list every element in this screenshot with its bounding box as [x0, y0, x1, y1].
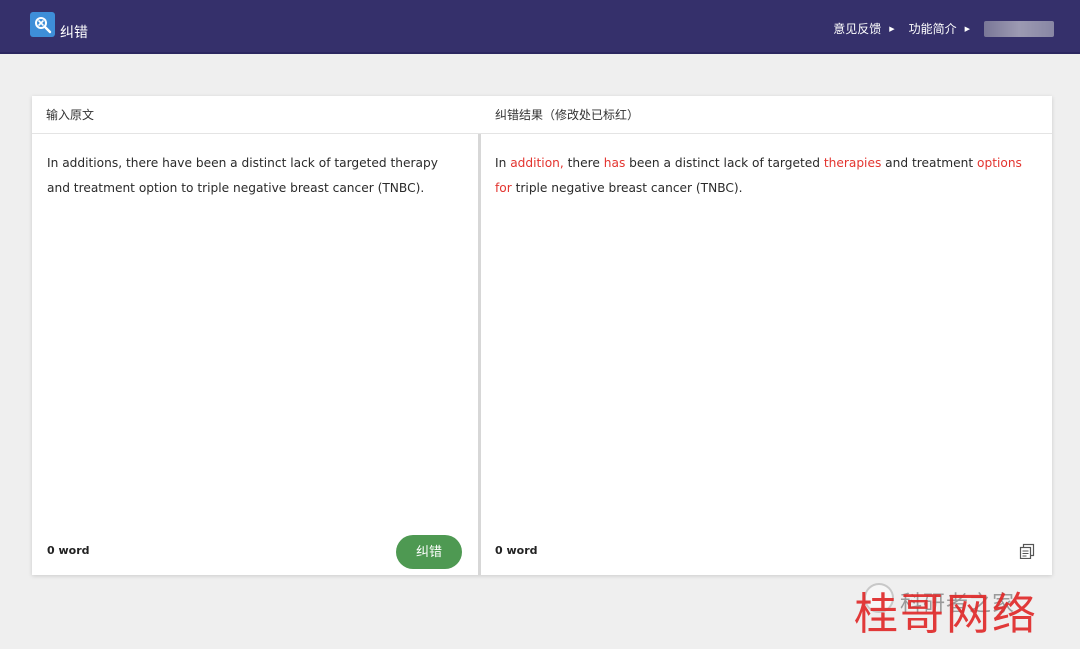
- corrected-segment: has: [603, 156, 626, 170]
- correction-panel: 输入原文 In additions, there have been a dis…: [32, 96, 1052, 575]
- header-nav: 意见反馈 ▶ 功能简介 ▶: [833, 19, 1054, 39]
- corrected-segment: therapies: [823, 156, 882, 170]
- result-panel-title: 纠错结果（修改处已标红）: [495, 108, 640, 122]
- correct-button[interactable]: 纠错: [396, 535, 462, 569]
- result-column: 纠错结果（修改处已标红） In addition, there has been…: [481, 96, 1052, 575]
- watermark: 科研者之家 桂哥网络: [848, 580, 1074, 642]
- input-column: 输入原文 In additions, there have been a dis…: [32, 96, 1052, 575]
- input-word-count: 0 word: [47, 544, 90, 557]
- corrected-segment: addition,: [510, 156, 564, 170]
- watermark-main: 桂哥网络: [854, 589, 1038, 640]
- input-textarea[interactable]: In additions, there have been a distinct…: [47, 151, 462, 201]
- result-segment: and treatment: [881, 156, 977, 170]
- result-segment: triple negative breast cancer (TNBC).: [511, 181, 743, 195]
- result-segment: there: [563, 156, 604, 170]
- result-segment: In: [495, 156, 511, 170]
- caret-right-icon: ▶: [964, 25, 970, 33]
- feature-intro-link[interactable]: 功能简介: [909, 19, 957, 39]
- result-word-count: 0 word: [495, 544, 538, 557]
- caret-right-icon: ▶: [889, 25, 895, 33]
- result-segment: been a distinct lack of targeted: [625, 156, 824, 170]
- feedback-link[interactable]: 意见反馈: [833, 19, 881, 39]
- search-check-icon: [35, 17, 52, 34]
- result-text: In addition, there has been a distinct l…: [495, 151, 1036, 201]
- app-logo[interactable]: [30, 12, 55, 37]
- copy-icon[interactable]: [1019, 543, 1035, 560]
- top-navbar: 纠错 意见反馈 ▶ 功能简介 ▶: [0, 0, 1080, 54]
- app-title: 纠错: [60, 25, 88, 41]
- user-account-menu[interactable]: [984, 21, 1054, 37]
